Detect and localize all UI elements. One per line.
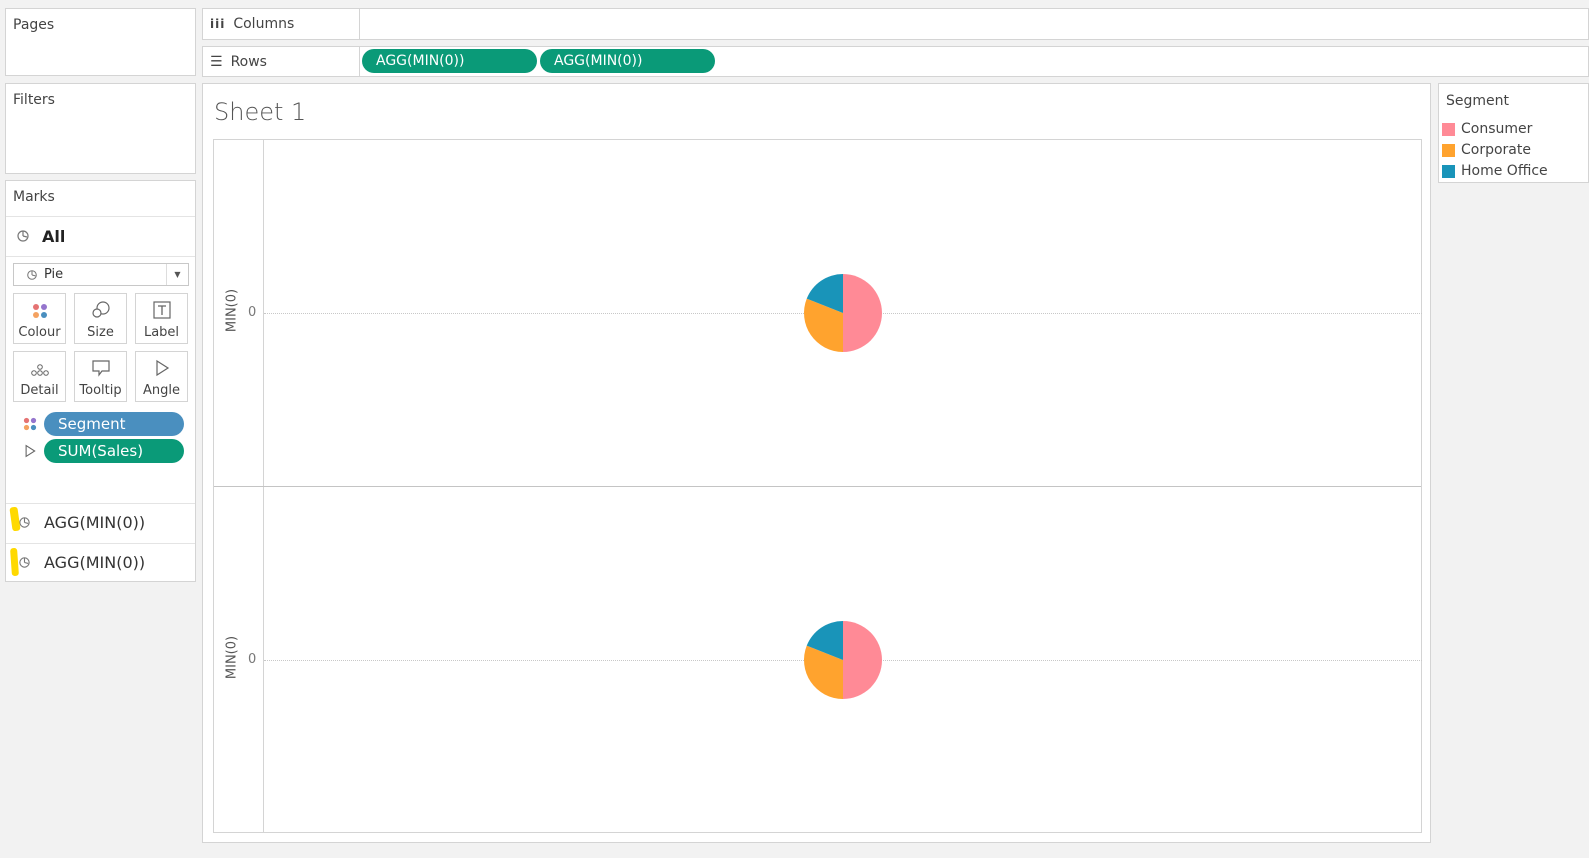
pie-slice-consumer[interactable] — [843, 274, 882, 352]
size-button[interactable]: Size — [74, 293, 127, 344]
filters-card[interactable]: Filters — [5, 83, 196, 174]
legend-label: Home Office — [1461, 163, 1548, 179]
detail-button[interactable]: Detail — [13, 351, 66, 402]
columns-label: Columns — [233, 16, 295, 32]
segment-field-row[interactable]: Segment — [22, 412, 184, 436]
angle-icon — [155, 359, 169, 377]
angle-button[interactable]: Angle — [135, 351, 188, 402]
chevron-down-icon: ▼ — [166, 264, 188, 285]
pages-title: Pages — [13, 17, 55, 33]
legend-label: Consumer — [1461, 121, 1533, 137]
colour-icon — [23, 417, 37, 431]
sales-field-row[interactable]: SUM(Sales) — [22, 439, 184, 463]
pie-icon — [17, 230, 29, 242]
legend-title: Segment — [1446, 93, 1509, 109]
marks-card[interactable]: Marks All Pie ▼ Colour Size Label Detail… — [5, 180, 196, 582]
detail-icon — [30, 364, 49, 376]
tooltip-label: Tooltip — [79, 383, 122, 398]
rows-pill-1[interactable]: AGG(MIN(0)) — [362, 49, 537, 73]
columns-shelf[interactable]: iii Columns — [202, 8, 1589, 40]
rows-pill-2[interactable]: AGG(MIN(0)) — [540, 49, 715, 73]
segment-legend[interactable]: Segment Consumer Corporate Home Office — [1438, 83, 1589, 183]
legend-label: Corporate — [1461, 142, 1531, 158]
divider — [6, 256, 195, 257]
chart-area: MIN(0) 0 MIN(0) 0 — [213, 139, 1422, 833]
marks-layer-2[interactable]: AGG(MIN(0)) — [18, 551, 145, 573]
legend-swatch — [1442, 143, 1455, 157]
divider — [6, 543, 195, 544]
size-label: Size — [87, 325, 114, 340]
sheet-title: Sheet 1 — [214, 98, 307, 126]
marks-layer-2-label: AGG(MIN(0)) — [44, 552, 146, 572]
legend-swatch — [1442, 122, 1455, 136]
text-label-icon — [152, 301, 171, 319]
marks-layer-1[interactable]: AGG(MIN(0)) — [18, 511, 145, 533]
filters-title: Filters — [13, 92, 55, 108]
tooltip-button[interactable]: Tooltip — [74, 351, 127, 402]
colour-icon — [32, 304, 47, 318]
sum-sales-pill[interactable]: SUM(Sales) — [44, 439, 184, 463]
columns-shelf-label: iii Columns — [203, 9, 360, 39]
angle-icon — [25, 444, 36, 458]
legend-item-home-office[interactable]: Home Office — [1442, 161, 1548, 181]
pie-slice-consumer[interactable] — [843, 621, 882, 699]
columns-icon: iii — [210, 17, 226, 31]
rows-shelf-label: ☰ Rows — [203, 47, 360, 76]
legend-item-corporate[interactable]: Corporate — [1442, 140, 1531, 160]
divider — [6, 216, 195, 217]
rows-icon: ☰ — [210, 53, 223, 70]
pages-card[interactable]: Pages — [5, 8, 196, 76]
pie-icon — [19, 556, 30, 568]
pie-icon — [27, 269, 37, 280]
label-button[interactable]: Label — [135, 293, 188, 344]
size-icon — [91, 301, 110, 318]
legend-swatch — [1442, 164, 1455, 178]
colour-label: Colour — [18, 325, 61, 340]
angle-label: Angle — [143, 383, 180, 398]
marks-title: Marks — [13, 189, 55, 205]
colour-button[interactable]: Colour — [13, 293, 66, 344]
legend-item-consumer[interactable]: Consumer — [1442, 119, 1532, 139]
detail-label: Detail — [20, 383, 59, 398]
label-label: Label — [143, 325, 180, 340]
mark-type-value: Pie — [44, 267, 64, 282]
sheet-view[interactable]: Sheet 1 MIN(0) 0 MIN(0) 0 — [202, 83, 1431, 843]
rows-shelf[interactable]: ☰ Rows AGG(MIN(0)) AGG(MIN(0)) — [202, 46, 1589, 77]
pie-chart-layer — [803, 274, 882, 699]
marks-layer-1-label: AGG(MIN(0)) — [44, 512, 146, 532]
tooltip-icon — [91, 360, 110, 377]
mark-type-dropdown[interactable]: Pie ▼ — [13, 263, 189, 286]
divider — [6, 503, 195, 504]
marks-all-row[interactable]: All — [16, 225, 65, 247]
segment-pill[interactable]: Segment — [44, 412, 184, 436]
rows-label: Rows — [230, 53, 267, 70]
marks-all-label: All — [42, 226, 66, 246]
